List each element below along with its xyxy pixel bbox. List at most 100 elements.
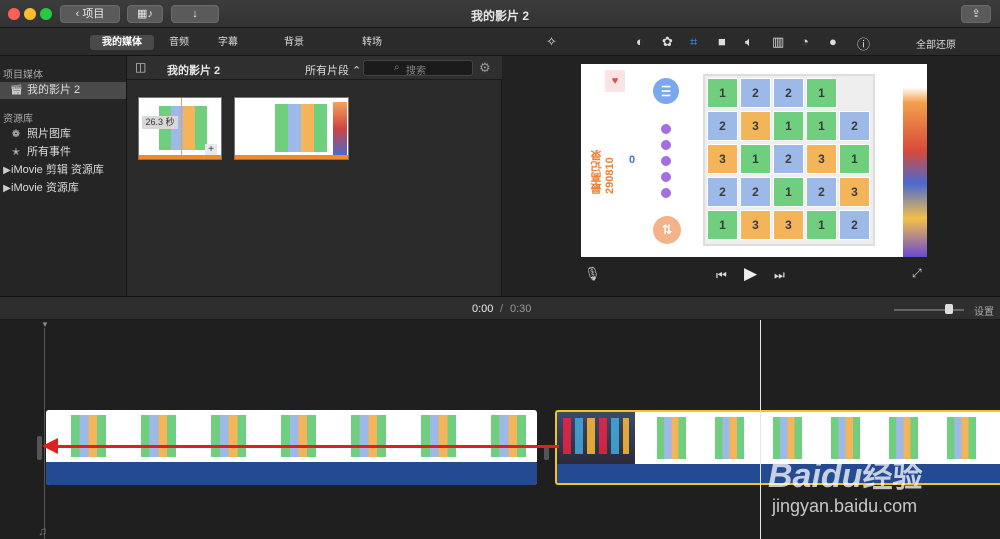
playhead-start-marker-icon: ▼ (41, 320, 49, 329)
sidebar-toggle-icon[interactable]: ◫ (135, 60, 146, 74)
tab-audio[interactable]: 音频 (162, 35, 196, 50)
tab-my-media[interactable]: 我的媒体 (90, 35, 154, 50)
sidebar-item-imovie-clips-library[interactable]: ▶ iMovie 剪辑 资源库 (0, 162, 126, 179)
speed-gauge-icon[interactable]: ◔ (801, 34, 809, 49)
board-cell: 2 (839, 210, 870, 240)
board-cell: 1 (707, 210, 738, 240)
clip-duration-badge: 26.3 秒 (142, 116, 178, 129)
skimmer-line (181, 98, 182, 159)
filmstrip-frame (396, 410, 466, 462)
start-line (44, 328, 45, 539)
sidebar-item-project[interactable]: 🎬︎ 我的影片 2 (0, 82, 126, 99)
frame-grid (281, 415, 316, 457)
skip-forward-icon[interactable]: ⏭︎ (774, 268, 785, 283)
clapper-icon: 🎬︎ (10, 85, 23, 96)
volume-icon[interactable]: 🔈︎ (745, 34, 753, 50)
zoom-slider-knob[interactable] (945, 304, 953, 314)
filmstrip-frame (466, 410, 536, 462)
filmstrip-frame (927, 412, 985, 464)
tab-titles[interactable]: 字幕 (212, 35, 244, 50)
thumbnail-sidebar-art (333, 102, 347, 156)
clip-filter-icon[interactable]: ● (829, 34, 837, 49)
sidebar-item-all-events[interactable]: ✭ 所有事件 (0, 144, 126, 161)
tab-transitions[interactable]: 转场 (355, 35, 389, 50)
noise-equalizer-icon[interactable]: ▥ (772, 34, 784, 50)
board-cell: 3 (740, 111, 771, 141)
browser-clip-thumbnail[interactable] (234, 97, 349, 160)
skimmer-playhead[interactable] (760, 320, 761, 539)
adjustments-bar: ✧ ◐ ✿ ⌗ ■ 🔈︎ ▥ ◔ ● ⓘ 全部还原 (502, 28, 1000, 56)
filmstrip-frame (695, 412, 753, 464)
info-icon[interactable]: ⓘ (857, 34, 870, 53)
crop-icon[interactable]: ⌗ (690, 34, 697, 50)
used-range-bar (235, 155, 348, 159)
color-palette-icon[interactable]: ✿ (662, 34, 673, 50)
board-cell: 2 (740, 78, 771, 108)
board-cell: 2 (839, 111, 870, 141)
timeline-settings-button[interactable]: 设置 (974, 303, 994, 318)
board-cell: 3 (806, 144, 837, 174)
skip-back-icon[interactable]: ⏮︎ (716, 268, 727, 283)
board-cell: 1 (707, 78, 738, 108)
watermark-url: jingyan.baidu.com (772, 496, 918, 516)
title-bar: ‹ 项目 ▦♪ ↓ 我的影片 2 ⇪ (0, 0, 1000, 28)
game-board: 122123112312312212313312 (703, 74, 875, 246)
color-balance-icon[interactable]: ◐ (636, 34, 644, 49)
timeline-header: 0:00 / 0:30 设置 (0, 296, 1000, 320)
board-cell: 2 (707, 177, 738, 207)
board-cell: 1 (839, 144, 870, 174)
time-separator: / (500, 303, 504, 315)
frame-grid (421, 415, 456, 457)
filmstrip-frame (637, 412, 695, 464)
frame-grid (947, 417, 976, 459)
filmstrip-frame (116, 410, 186, 462)
music-note-icon: ♫ (38, 524, 47, 538)
level-badge-icon: Ⲷ (653, 78, 679, 104)
board-cell: 3 (839, 177, 870, 207)
swap-badge-icon: ⇅ (653, 216, 681, 244)
current-time: 0:00 (472, 303, 494, 315)
board-cell: 1 (773, 177, 804, 207)
board-cell: 2 (740, 177, 771, 207)
used-range-bar (139, 155, 221, 159)
frame-grid (351, 415, 386, 457)
browser-toolbar: ◫ 我的影片 2 所有片段 ⌃ ⌕ 搜索 ⚙ (127, 56, 502, 80)
board-cell: 3 (773, 210, 804, 240)
sidebar-item-imovie-library[interactable]: ▶ iMovie 资源库 (0, 180, 126, 197)
fullscreen-icon[interactable]: ⤢ (912, 266, 922, 281)
frame-grid (211, 415, 246, 457)
best-score-label: 最高记录 290810 (591, 150, 616, 194)
sidebar-item-photos-library[interactable]: ❁ 照片图库 (0, 126, 126, 143)
frame-grid (141, 415, 176, 457)
heart-icon: ♥ (605, 70, 625, 92)
annotation-arrow-head-icon (42, 438, 58, 454)
clip-filter-select[interactable]: 所有片段 ⌃ (305, 62, 361, 78)
play-icon[interactable]: ▶ (744, 264, 757, 284)
microphone-icon[interactable]: 🎙︎ (584, 266, 601, 282)
board-cell: 1 (773, 111, 804, 141)
reset-all-button[interactable]: 全部还原 (916, 36, 956, 51)
board-cell: 3 (740, 210, 771, 240)
frame-grid (71, 415, 106, 457)
magic-wand-icon[interactable]: ✧ (546, 34, 557, 50)
libraries-header: 资源库 (3, 114, 33, 125)
search-input[interactable]: ⌕ 搜索 (363, 60, 473, 77)
board-cell: 1 (806, 111, 837, 141)
frame-grid (657, 417, 686, 459)
board-cell: 2 (773, 78, 804, 108)
zoom-slider-track[interactable] (894, 309, 964, 311)
share-button[interactable]: ⇪ (961, 5, 991, 23)
project-media-header: 项目媒体 (3, 70, 43, 81)
tab-backgrounds[interactable]: 背景 (277, 35, 311, 50)
browser-clip-thumbnail[interactable]: 26.3 秒 + (138, 97, 222, 160)
gear-icon[interactable]: ⚙ (479, 60, 491, 76)
clip-trim-handle-right[interactable] (544, 446, 549, 460)
board-cell: 1 (740, 144, 771, 174)
annotation-arrow-line (54, 445, 559, 448)
timeline: ▼ ♫ Baidu经验 jingyan.baidu.com (0, 320, 1000, 539)
stabilization-camera-icon[interactable]: ■ (718, 34, 726, 49)
filmstrip-frame (46, 410, 116, 462)
total-time: 0:30 (510, 303, 532, 315)
clip-audio-waveform (46, 462, 537, 485)
board-cell: 1 (806, 78, 837, 108)
